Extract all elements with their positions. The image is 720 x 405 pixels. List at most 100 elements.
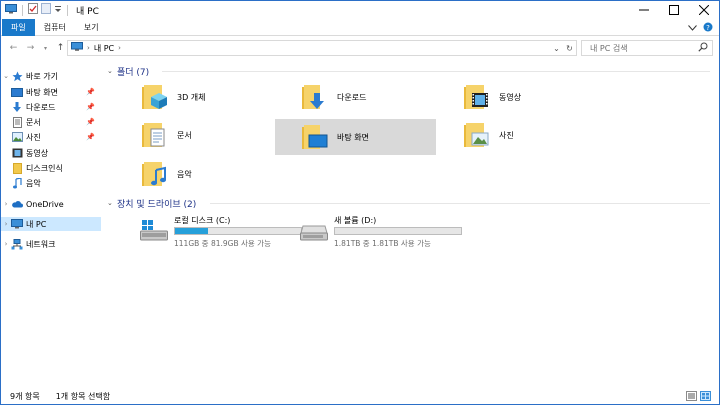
minimize-button[interactable] (629, 1, 659, 19)
new-folder-icon[interactable] (41, 3, 51, 17)
group-divider (210, 203, 710, 204)
details-view-icon[interactable] (686, 391, 697, 403)
help-icon[interactable]: ? (703, 22, 713, 35)
address-row: ← → ▾ ↑ › 내 PC › ⌄ ↻ 내 PC 검색 (1, 37, 719, 59)
nav-item-documents[interactable]: 문서 📌 (1, 115, 101, 129)
nav-item-downloads[interactable]: 다운로드 📌 (1, 100, 101, 114)
collapse-chevron-icon[interactable]: ⌄ (107, 199, 117, 207)
downloads-folder-icon (301, 83, 329, 111)
drive-item-c[interactable]: 로컬 디스크 (C:) 111GB 중 81.9GB 사용 가능 (140, 215, 302, 248)
status-bar: 9개 항목 1개 항목 선택함 (1, 389, 719, 404)
drive-name: 새 볼륨 (D:) (334, 216, 377, 225)
folder-item-downloads[interactable]: 다운로드 (292, 79, 452, 115)
view-toggle (686, 391, 711, 403)
folder-item-documents[interactable]: 문서 (132, 117, 292, 153)
this-pc-icon (5, 3, 17, 17)
folder-item-music[interactable]: 음악 (132, 156, 292, 192)
search-placeholder: 내 PC 검색 (590, 43, 628, 53)
breadcrumb-chevron-icon[interactable]: › (118, 44, 121, 52)
drive-usage-bar (334, 227, 462, 235)
nav-label: 동영상 (26, 148, 49, 158)
recent-locations-icon[interactable]: ▾ (39, 39, 52, 57)
breadcrumb-chevron-icon[interactable]: › (87, 44, 90, 52)
nav-label: 다운로드 (26, 102, 56, 112)
pin-icon[interactable]: 📌 (86, 133, 95, 141)
nav-onedrive[interactable]: › OneDrive (1, 197, 101, 211)
collapse-chevron-icon[interactable]: ⌄ (107, 67, 117, 75)
nav-item-desktop[interactable]: 바탕 화면 📌 (1, 85, 101, 99)
nav-this-pc[interactable]: › 내 PC (1, 217, 101, 231)
pin-icon[interactable]: 📌 (86, 103, 95, 111)
maximize-button[interactable] (659, 1, 689, 19)
video-icon (11, 147, 23, 159)
properties-icon[interactable] (28, 3, 38, 17)
address-bar[interactable]: › 내 PC › ⌄ ↻ (67, 40, 577, 56)
item-count: 9개 항목 (10, 392, 40, 401)
drives-group-header[interactable]: ⌄ 장치 및 드라이브 (2) (107, 196, 196, 210)
tab-view[interactable]: 보기 (75, 19, 108, 36)
address-bar-controls: ⌄ ↻ (550, 41, 576, 55)
documents-folder-icon (141, 121, 169, 149)
nav-network[interactable]: › 네트워크 (1, 237, 101, 251)
group-divider (162, 71, 710, 72)
folders-group-header[interactable]: ⌄ 폴더 (7) (107, 64, 149, 78)
nav-label: 내 PC (26, 219, 47, 229)
toolbar-separator (22, 4, 23, 16)
pictures-folder-icon (463, 121, 491, 149)
nav-item-disk-folder[interactable]: 디스크인식 (1, 161, 101, 175)
nav-label: OneDrive (26, 199, 64, 209)
back-button[interactable]: ← (7, 39, 20, 57)
folder-name: 바탕 화면 (337, 132, 369, 142)
pictures-icon (11, 131, 23, 143)
quick-access-toolbar (1, 3, 70, 17)
nav-item-music[interactable]: 음악 (1, 176, 101, 190)
window-title: 내 PC (76, 6, 99, 17)
customize-toolbar-icon[interactable] (54, 5, 62, 16)
svg-text:?: ? (706, 24, 710, 32)
music-folder-icon (141, 160, 169, 188)
tab-computer[interactable]: 컴퓨터 (35, 19, 75, 36)
expand-chevron-icon[interactable]: › (1, 220, 11, 228)
network-icon (11, 238, 23, 250)
up-button[interactable]: ↑ (54, 39, 67, 57)
expand-chevron-icon[interactable]: › (1, 240, 11, 248)
folder-name: 3D 개체 (177, 92, 206, 102)
pin-icon[interactable]: 📌 (86, 118, 95, 126)
tab-file[interactable]: 파일 (2, 18, 35, 36)
nav-item-videos[interactable]: 동영상 (1, 146, 101, 160)
drive-item-d[interactable]: 새 볼륨 (D:) 1.81TB 중 1.81TB 사용 가능 (300, 215, 462, 248)
drive-free-space: 1.81TB 중 1.81TB 사용 가능 (334, 239, 431, 248)
address-dropdown-icon[interactable]: ⌄ (550, 44, 563, 53)
desktop-folder-icon (301, 123, 329, 151)
expand-ribbon-icon[interactable] (688, 24, 697, 34)
folder-item-pictures[interactable]: 사진 (454, 117, 614, 153)
3d-objects-folder-icon (141, 83, 169, 111)
collapse-chevron-icon[interactable]: ⌄ (1, 72, 11, 80)
large-icons-view-icon[interactable] (700, 391, 711, 403)
drive-name: 로컬 디스크 (C:) (174, 216, 231, 225)
forward-button[interactable]: → (24, 39, 37, 57)
search-input[interactable]: 내 PC 검색 (581, 40, 713, 56)
folder-item-desktop[interactable]: 바탕 화면 (275, 119, 436, 155)
refresh-icon[interactable]: ↻ (563, 44, 576, 53)
nav-quick-access[interactable]: ⌄ 바로 가기 (1, 69, 101, 83)
drive-free-space: 111GB 중 81.9GB 사용 가능 (174, 239, 271, 248)
expand-chevron-icon[interactable]: › (1, 200, 11, 208)
nav-label: 바탕 화면 (26, 87, 58, 97)
document-icon (11, 116, 23, 128)
folder-name: 문서 (177, 130, 192, 140)
this-pc-icon (71, 42, 83, 54)
search-icon (698, 42, 708, 54)
folder-item-3d-objects[interactable]: 3D 개체 (132, 79, 292, 115)
breadcrumb-this-pc[interactable]: 내 PC (94, 43, 114, 54)
nav-item-pictures[interactable]: 사진 📌 (1, 130, 101, 144)
nav-label: 네트워크 (26, 239, 56, 249)
folder-item-videos[interactable]: 동영상 (454, 79, 614, 115)
close-button[interactable] (689, 1, 719, 19)
toolbar-separator (67, 4, 68, 16)
pin-icon[interactable]: 📌 (86, 88, 95, 96)
windows-drive-icon (140, 219, 168, 241)
drive-usage-bar (174, 227, 302, 235)
nav-label: 사진 (26, 132, 41, 142)
desktop-icon (11, 86, 23, 98)
